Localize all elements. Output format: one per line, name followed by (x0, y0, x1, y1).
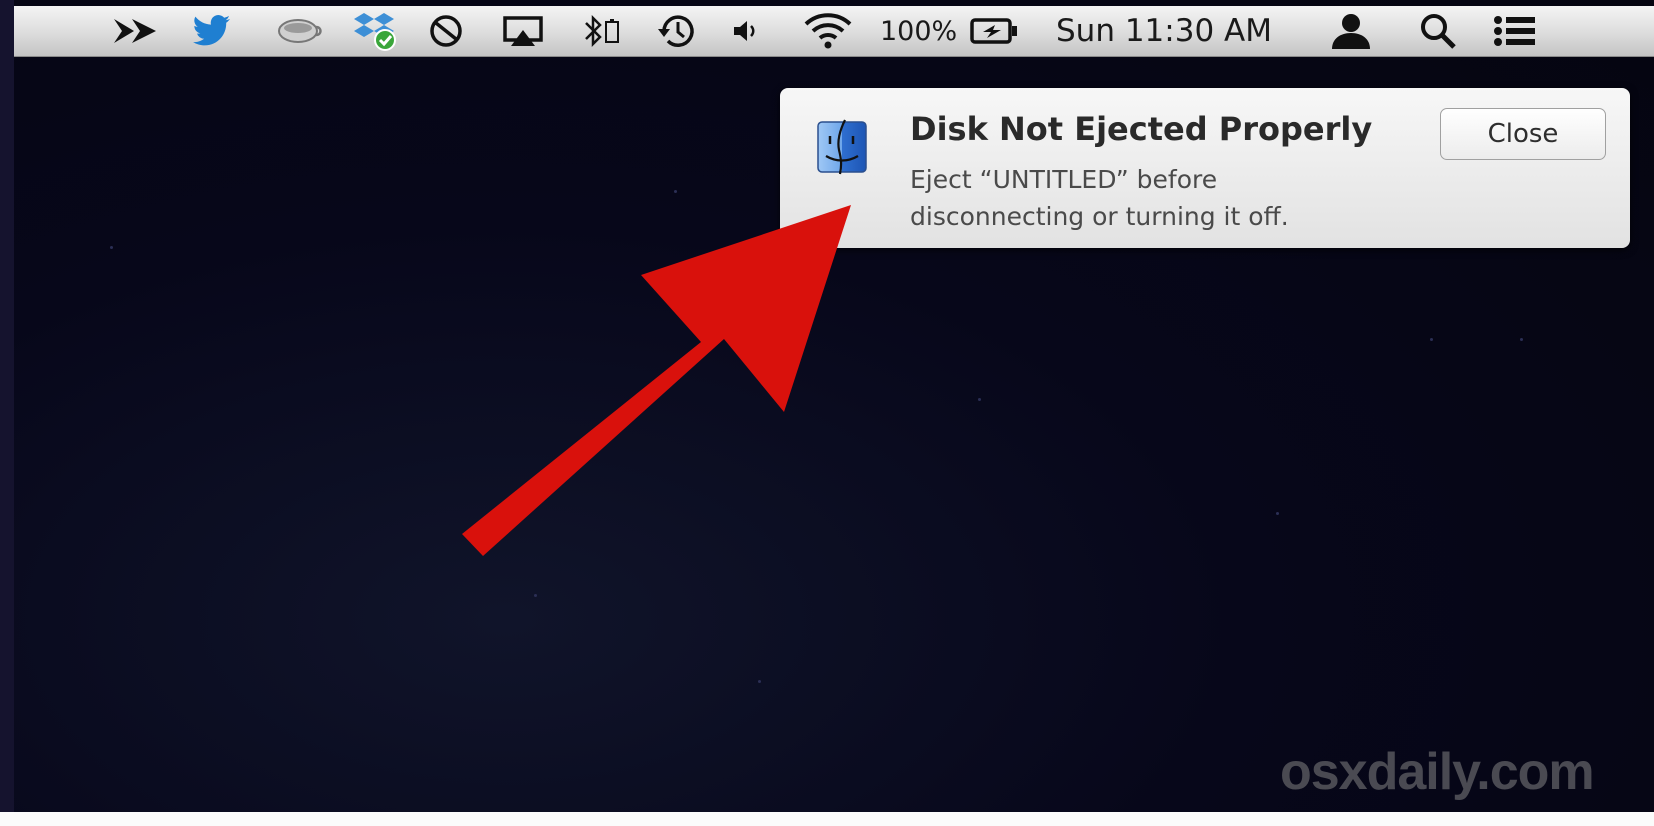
volume-icon[interactable] (730, 6, 764, 56)
coffee-cup-icon[interactable] (272, 6, 328, 56)
star (978, 398, 981, 401)
arrow-shape (462, 205, 851, 556)
airplay-icon[interactable] (500, 6, 546, 56)
finder-icon (816, 116, 868, 176)
battery-percent-label: 100% (880, 15, 958, 47)
spotlight-search-icon[interactable] (1416, 6, 1460, 56)
notification-title: Disk Not Ejected Properly (910, 110, 1373, 148)
disk-eject-notification[interactable]: Disk Not Ejected Properly Eject “UNTITLE… (780, 88, 1630, 248)
notification-center-icon[interactable] (1490, 6, 1540, 56)
star (758, 680, 761, 683)
time-machine-icon[interactable] (654, 6, 700, 56)
twitter-bird-icon[interactable] (190, 6, 234, 56)
fast-forward-icon[interactable] (110, 6, 160, 56)
star (674, 190, 677, 193)
wifi-icon[interactable] (800, 6, 856, 56)
do-not-disturb-icon[interactable] (426, 6, 466, 56)
star (1520, 338, 1523, 341)
battery-percent[interactable]: 100% (880, 6, 966, 56)
bottom-edge (0, 812, 1654, 826)
clock[interactable]: Sun 11:30 AM (1056, 6, 1312, 56)
user-icon[interactable] (1326, 6, 1376, 56)
dropbox-synced-icon[interactable] (350, 6, 400, 56)
star (534, 594, 537, 597)
star (110, 246, 113, 249)
battery-charging-icon[interactable] (968, 6, 1020, 56)
star (1430, 338, 1433, 341)
watermark: osxdaily.com (1280, 743, 1595, 801)
clock-label: Sun 11:30 AM (1056, 13, 1272, 49)
star (1276, 512, 1279, 515)
notification-message-line-1: Eject “UNTITLED” before (910, 165, 1218, 194)
menu-bar: 100% Sun 11:30 AM (14, 6, 1654, 57)
close-button[interactable]: Close (1440, 108, 1606, 160)
notification-message-line-2: disconnecting or turning it off. (910, 202, 1289, 231)
bluetooth-icon[interactable] (580, 6, 624, 56)
desktop: 100% Sun 11:30 AM Disk Not Ejected Prope… (14, 0, 1654, 826)
